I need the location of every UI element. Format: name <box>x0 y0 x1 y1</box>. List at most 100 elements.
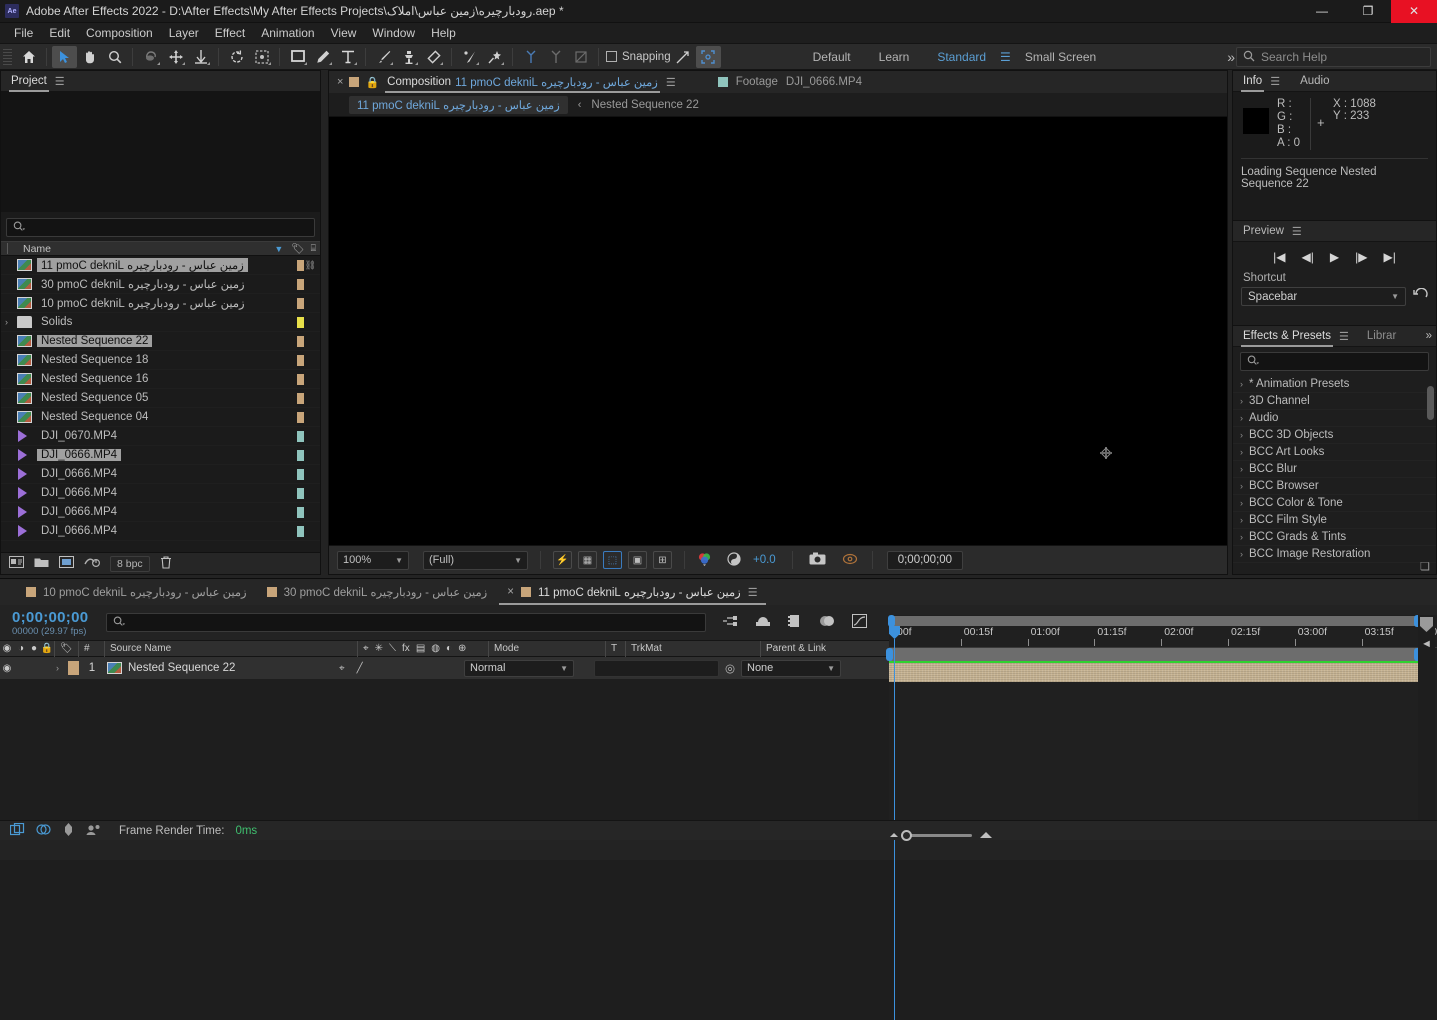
sort-arrow-icon[interactable]: ▼ <box>274 244 283 254</box>
exposure-icon[interactable] <box>727 551 741 569</box>
project-item-row[interactable]: DJI_0670.MP4 <box>1 427 320 446</box>
clone-stamp-tool-icon[interactable] <box>396 46 421 68</box>
layer-shy-icon[interactable]: ⌖ <box>339 663 345 674</box>
zoom-tool-icon[interactable] <box>102 46 127 68</box>
preview-menu-icon[interactable]: ☰ <box>1292 225 1302 238</box>
trkmat-header[interactable]: TrkMat <box>625 640 760 657</box>
menu-animation[interactable]: Animation <box>253 23 322 43</box>
composition-mini-flowchart-icon[interactable] <box>722 614 738 631</box>
effects-category-row[interactable]: › BCC Browser <box>1233 478 1436 495</box>
rotation-tool-icon[interactable] <box>138 46 163 68</box>
eraser-tool-icon[interactable] <box>421 46 446 68</box>
new-effect-folder-icon[interactable]: ❏ <box>1420 560 1434 573</box>
current-timecode[interactable]: 0;00;00;00 <box>12 609 100 626</box>
project-search-input[interactable] <box>6 218 315 237</box>
chevron-right-icon[interactable]: › <box>1240 447 1243 457</box>
tab-info[interactable]: Info <box>1241 71 1264 92</box>
project-item-row[interactable]: زمین عباس - رودبارچیره Linked Comp 01 <box>1 294 320 313</box>
item-label-color[interactable] <box>297 525 304 537</box>
timeline-timecode[interactable]: 0;00;00;00 00000 (29.97 fps) <box>0 609 100 637</box>
shortcut-select[interactable]: Spacebar ▼ <box>1241 287 1406 306</box>
chevron-right-icon[interactable]: › <box>1240 430 1243 440</box>
effects-category-row[interactable]: › BCC Film Style <box>1233 512 1436 529</box>
item-label-color[interactable] <box>297 278 304 290</box>
disclosure-triangle-icon[interactable]: › <box>5 317 17 327</box>
effects-scrollbar[interactable] <box>1427 386 1434 420</box>
tab-composition[interactable]: Composition زمین عباس - رودبارچیره Linke… <box>385 72 660 93</box>
zoom-out-icon[interactable] <box>890 833 898 837</box>
world-axis-mode-icon[interactable] <box>543 46 568 68</box>
parent-link-header[interactable]: Parent & Link <box>760 640 886 657</box>
effects-category-row[interactable]: › BCC 3D Objects <box>1233 427 1436 444</box>
star-pin-tool-icon[interactable] <box>482 46 507 68</box>
show-snapshot-icon[interactable] <box>842 552 858 568</box>
zoom-slider-track[interactable] <box>901 829 972 841</box>
column-type-icon[interactable]: ⌸ <box>311 243 316 254</box>
item-label-color[interactable] <box>297 449 304 461</box>
menu-edit[interactable]: Edit <box>41 23 78 43</box>
project-item-list[interactable]: زمین عباس - رودبارچیره Linked Comp 11 ⛓ زم… <box>1 256 320 541</box>
next-frame-button[interactable]: |▶ <box>1355 250 1367 264</box>
item-label-color[interactable] <box>297 411 304 423</box>
item-label-color[interactable] <box>297 487 304 499</box>
snapping-checkbox[interactable] <box>606 51 617 62</box>
rectangle-tool-icon[interactable] <box>285 46 310 68</box>
zoom-in-icon[interactable] <box>980 832 992 838</box>
effects-more-icon[interactable]: » <box>1426 330 1432 342</box>
home-icon[interactable] <box>16 46 41 68</box>
comp-flowchart-shield-icon[interactable] <box>1420 617 1433 632</box>
item-label-color[interactable] <box>297 297 304 309</box>
delete-icon[interactable] <box>160 555 172 572</box>
hide-shy-layers-icon[interactable] <box>755 614 771 631</box>
tab-audio[interactable]: Audio <box>1298 71 1331 92</box>
parent-pickwhip-icon[interactable]: ◎ <box>719 661 741 675</box>
zoom-level-select[interactable]: 100% ▼ <box>337 550 409 570</box>
item-label-color[interactable] <box>297 373 304 385</box>
layer-switch-icon[interactable]: ◄ <box>1418 638 1435 650</box>
pen-tool-icon[interactable] <box>310 46 335 68</box>
motion-blur-icon[interactable] <box>819 614 835 631</box>
item-label-color[interactable] <box>297 506 304 518</box>
effects-category-row[interactable]: › BCC Color & Tone <box>1233 495 1436 512</box>
toolbar-grip[interactable] <box>3 48 12 65</box>
composition-viewer-canvas[interactable] <box>329 117 1227 545</box>
item-label-color[interactable] <box>297 354 304 366</box>
layer-quality-icon[interactable]: ╱ <box>357 663 363 674</box>
effects-category-row[interactable]: › 3D Channel <box>1233 393 1436 410</box>
item-label-color[interactable] <box>297 468 304 480</box>
previous-frame-button[interactable]: ◀| <box>1302 250 1314 264</box>
pan-behind-tool-icon[interactable] <box>163 46 188 68</box>
menu-view[interactable]: View <box>323 23 365 43</box>
project-comp-icon[interactable] <box>59 556 74 571</box>
info-menu-icon[interactable]: ☰ <box>1270 75 1280 88</box>
menu-effect[interactable]: Effect <box>207 23 253 43</box>
close-tab-icon[interactable]: × <box>337 76 343 88</box>
reset-shortcut-icon[interactable] <box>1413 287 1428 305</box>
transform-box-icon[interactable] <box>695 45 721 68</box>
menu-window[interactable]: Window <box>364 23 423 43</box>
workspace-default[interactable]: Default <box>799 50 865 64</box>
chevron-right-icon[interactable]: › <box>1240 549 1243 559</box>
transparency-grid-icon[interactable]: ▦ <box>578 551 597 569</box>
workspace-learn[interactable]: Learn <box>865 50 924 64</box>
workspace-small-screen[interactable]: Small Screen <box>1011 50 1110 64</box>
menu-layer[interactable]: Layer <box>161 23 207 43</box>
graph-editor-icon[interactable] <box>852 614 867 631</box>
close-button[interactable]: ✕ <box>1391 0 1437 23</box>
play-button[interactable]: ▶ <box>1330 250 1339 264</box>
timeline-search-input[interactable] <box>106 613 706 632</box>
item-label-color[interactable] <box>297 259 304 271</box>
puppet-pin-tool-icon[interactable] <box>457 46 482 68</box>
timeline-navigator-bar[interactable] <box>888 615 1421 627</box>
tab-libraries[interactable]: Librar <box>1365 326 1398 347</box>
puppet-tool-icon[interactable] <box>249 46 274 68</box>
menu-file[interactable]: File <box>6 23 41 43</box>
chevron-right-icon[interactable]: › <box>1240 515 1243 525</box>
chevron-right-icon[interactable]: › <box>1240 396 1243 406</box>
layer-label-color[interactable] <box>68 661 79 675</box>
composition-render-icon[interactable] <box>36 823 51 839</box>
project-item-row[interactable]: زمین عباس - رودبارچیره Linked Comp 11 ⛓ <box>1 256 320 275</box>
exposure-value[interactable]: +0.0 <box>753 554 776 566</box>
chevron-right-icon[interactable]: › <box>1240 464 1243 474</box>
roto-brush-tool-icon[interactable] <box>224 46 249 68</box>
